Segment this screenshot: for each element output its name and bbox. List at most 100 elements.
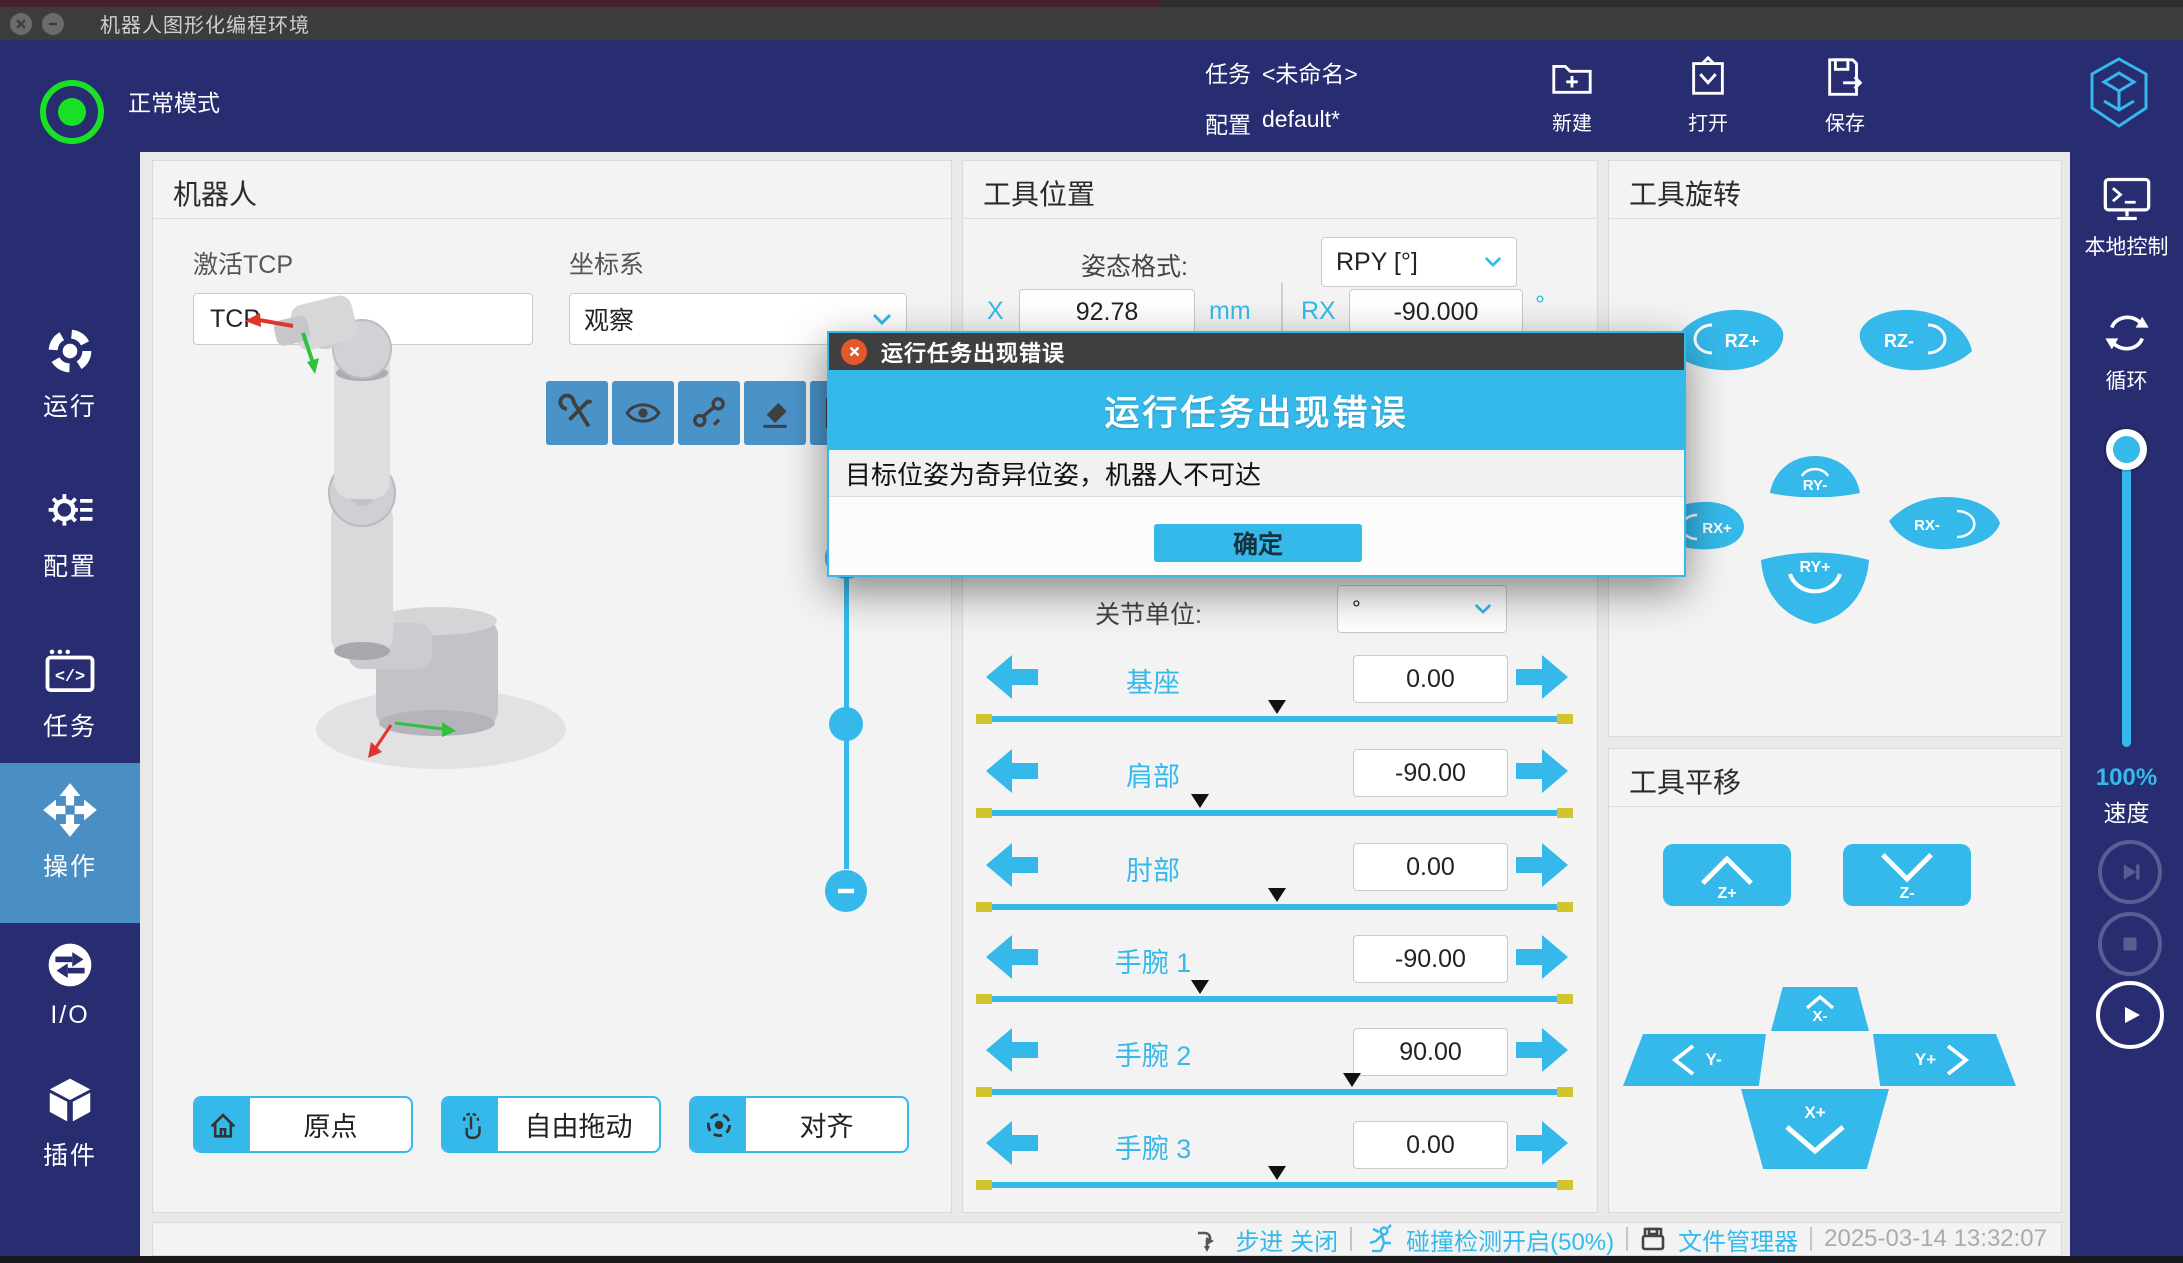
svg-text:RY+: RY+ [1800, 559, 1831, 576]
home-button[interactable]: 原点 [193, 1096, 413, 1153]
speed-slider-handle[interactable] [2106, 429, 2147, 470]
joint-wrist2-minus-button[interactable] [986, 1028, 1038, 1072]
sidebar-item-io[interactable]: I/O [0, 938, 140, 1030]
robot-programming-app: 机器人图形化编程环境 正常模式 任务 <未命名> 配置 default* 新建 … [0, 0, 2183, 1263]
joint-base-slider[interactable] [976, 713, 1573, 725]
play-button[interactable] [2096, 981, 2164, 1049]
stop-button[interactable] [2098, 912, 2162, 976]
joint-wrist2-plus-button[interactable] [1516, 1028, 1568, 1072]
joint-wrist3-slider[interactable] [976, 1179, 1573, 1191]
jog-x-minus-button[interactable]: X- [1771, 987, 1869, 1031]
joint-shoulder-label: 肩部 [1063, 755, 1243, 794]
joint-unit-value: ° [1352, 596, 1361, 622]
pose-format-label: 姿态格式: [1081, 247, 1188, 283]
jog-z-plus-button[interactable]: Z+ [1663, 844, 1791, 906]
new-task-button[interactable]: 新建 [1517, 54, 1627, 136]
x-value-box[interactable]: 92.78 [1019, 289, 1195, 335]
sidebar-item-label: I/O [0, 1001, 140, 1030]
sidebar-item-config[interactable]: 配置 [0, 484, 140, 583]
sidebar-item-operate[interactable]: 操作 [0, 782, 140, 883]
joint-elbow-slider[interactable] [976, 901, 1573, 913]
joint-wrist1-plus-button[interactable] [1516, 935, 1568, 979]
slider-marker[interactable] [1268, 1166, 1286, 1189]
slider-marker[interactable] [1191, 980, 1209, 1003]
sidebar-item-task[interactable]: </> 任务 [0, 644, 140, 743]
right-control-rail: 本地控制 循环 100% 速度 [2070, 152, 2183, 1263]
chevron-down-icon [1484, 256, 1502, 268]
collision-status[interactable]: 碰撞检测开启(50%) [1406, 1222, 1614, 1257]
joint-wrist3-value-box[interactable]: 0.00 [1353, 1121, 1508, 1169]
joint-shoulder-plus-button[interactable] [1516, 749, 1568, 793]
window-close-button[interactable] [10, 13, 32, 35]
clock: 2025-03-14 13:32:07 [1824, 1225, 2047, 1253]
joint-base-plus-button[interactable] [1516, 655, 1568, 699]
joint-shoulder-slider[interactable] [976, 807, 1573, 819]
x-axis-label: X [987, 297, 1004, 326]
joint-wrist3-label: 手腕 3 [1063, 1127, 1243, 1166]
joint-wrist1-slider[interactable] [976, 993, 1573, 1005]
joint-wrist1-minus-button[interactable] [986, 935, 1038, 979]
x-value: 92.78 [1076, 298, 1139, 327]
jog-y-plus-button[interactable]: Y+ [1873, 1034, 2016, 1086]
robot-3d-view[interactable] [163, 231, 863, 1081]
slider-cap [976, 714, 992, 724]
tool-rotation-title: 工具旋转 [1629, 173, 1741, 213]
slider-cap [976, 902, 992, 912]
joint-wrist1-value-box[interactable]: -90.00 [1353, 935, 1508, 983]
local-control-button[interactable]: 本地控制 [2070, 174, 2183, 261]
sidebar-item-plugin[interactable]: 插件 [0, 1073, 140, 1172]
jog-ry-plus-button[interactable]: RY+ [1756, 548, 1874, 632]
joint-shoulder-value-box[interactable]: -90.00 [1353, 749, 1508, 797]
speed-slider-track[interactable] [2122, 447, 2131, 747]
slider-marker[interactable] [1268, 888, 1286, 911]
slider-marker[interactable] [1343, 1073, 1361, 1096]
joint-wrist2-value-box[interactable]: 90.00 [1353, 1028, 1508, 1076]
home-icon-box [195, 1098, 250, 1151]
open-label: 打开 [1653, 107, 1763, 136]
slider-marker[interactable] [1191, 794, 1209, 817]
jog-y-minus-button[interactable]: Y- [1623, 1034, 1766, 1086]
joint-elbow-plus-button[interactable] [1516, 843, 1568, 887]
joint-base-value-box[interactable]: 0.00 [1353, 655, 1508, 703]
step-next-button[interactable] [2098, 840, 2162, 904]
jog-x-plus-button[interactable]: X+ [1741, 1089, 1889, 1169]
jog-ry-minus-button[interactable]: RY- [1766, 451, 1864, 497]
dialog-close-button[interactable] [841, 339, 867, 365]
jog-z-minus-button[interactable]: Z- [1843, 844, 1971, 906]
speed-label-item: 速度 [2070, 794, 2183, 828]
new-folder-icon [1549, 54, 1595, 100]
joint-wrist3-minus-button[interactable] [986, 1121, 1038, 1165]
dialog-ok-button[interactable]: 确定 [1154, 524, 1362, 562]
slider-marker[interactable] [1268, 700, 1286, 723]
sidebar-item-run[interactable]: 运行 [0, 324, 140, 423]
joint-elbow-minus-button[interactable] [986, 843, 1038, 887]
cube-icon [43, 1073, 97, 1127]
joint-elbow-value-box[interactable]: 0.00 [1353, 843, 1508, 891]
chevron-right-icon [1944, 1042, 1974, 1078]
pose-format-select[interactable]: RPY [°] [1321, 237, 1517, 287]
save-task-button[interactable]: 保存 [1790, 54, 1900, 136]
step-status[interactable]: 步进 关闭 [1235, 1222, 1338, 1257]
zoom-out-button[interactable] [825, 870, 867, 912]
separator [1350, 1227, 1352, 1251]
zoom-slider-handle[interactable] [829, 707, 863, 741]
rx-value-box[interactable]: -90.000 [1349, 289, 1523, 335]
align-button[interactable]: 对齐 [689, 1096, 909, 1153]
joint-shoulder-minus-button[interactable] [986, 749, 1038, 793]
config-label: 配置 [1205, 106, 1251, 140]
joint-unit-select[interactable]: ° [1337, 585, 1507, 633]
joint-wrist2-slider[interactable] [976, 1086, 1573, 1098]
joint-base-minus-button[interactable] [986, 655, 1038, 699]
joint-wrist3-plus-button[interactable] [1516, 1121, 1568, 1165]
window-minimize-button[interactable] [42, 13, 64, 35]
sidebar-item-label: 插件 [0, 1136, 140, 1172]
jog-rx-minus-button[interactable]: RX- [1883, 493, 2004, 553]
z-minus-label: Z- [1843, 885, 1971, 903]
loop-button[interactable]: 循环 [2070, 308, 2183, 395]
file-manager-link[interactable]: 文件管理器 [1678, 1222, 1798, 1257]
jog-rz-minus-button[interactable]: RZ- [1844, 304, 1977, 374]
sidebar-item-label: 配置 [0, 547, 140, 583]
divider [1609, 218, 2061, 219]
open-task-button[interactable]: 打开 [1653, 54, 1763, 136]
free-drag-button[interactable]: 自由拖动 [441, 1096, 661, 1153]
